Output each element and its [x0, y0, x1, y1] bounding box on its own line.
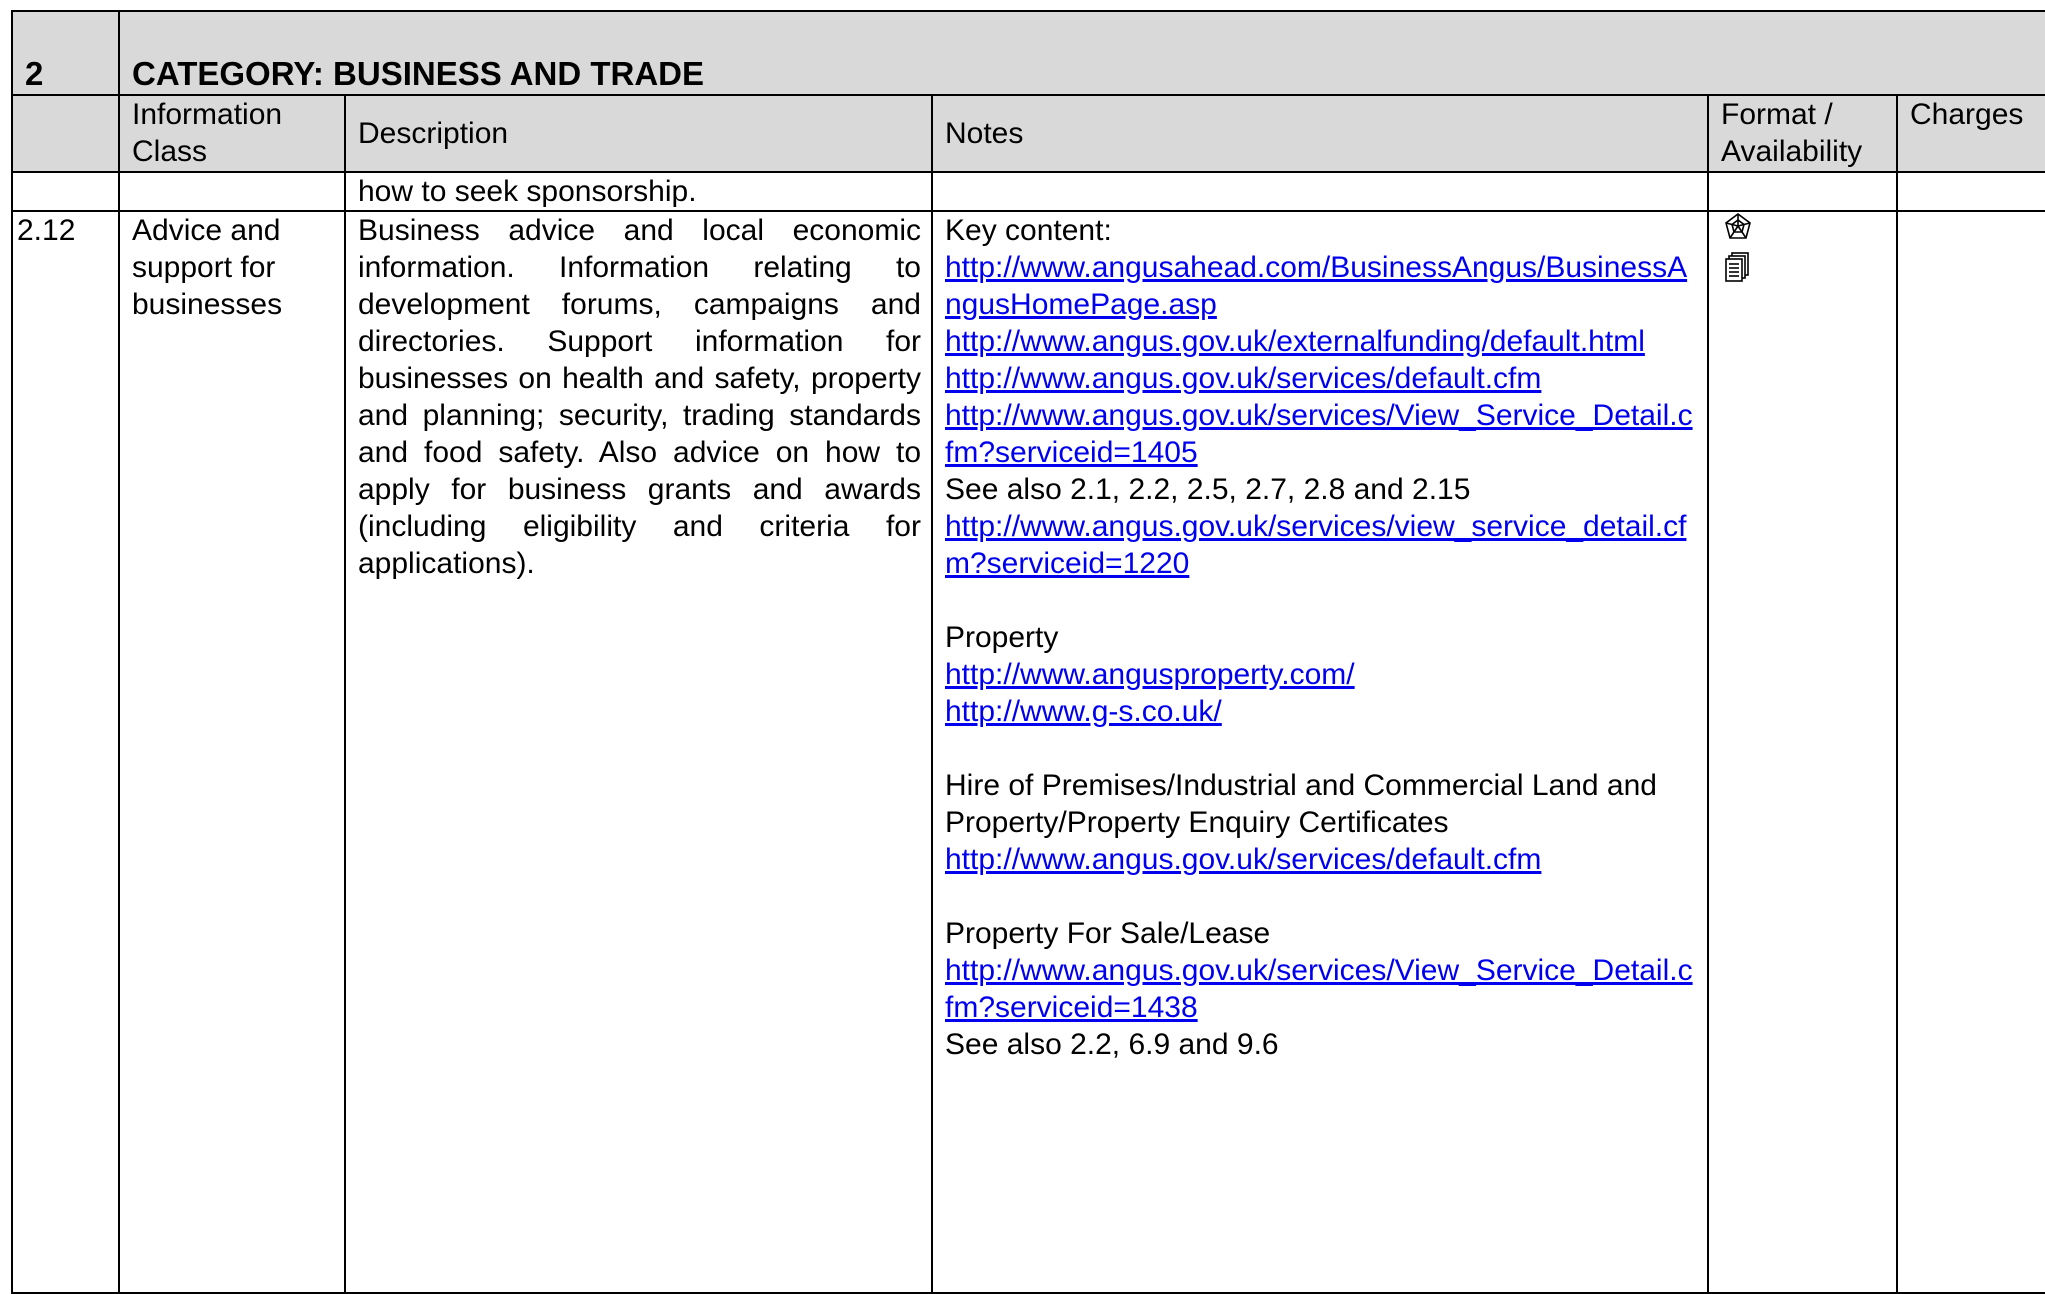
header-number: [11, 94, 120, 173]
header-format: Format / Availability: [1707, 94, 1898, 173]
entry-info-class: Advice and support for businesses: [118, 210, 346, 1294]
entry-charges: [1895, 210, 2045, 1294]
link-services-default-2[interactable]: http://www.angus.gov.uk/services/default…: [945, 843, 1541, 876]
hire-premises-label: Hire of Premises/Industrial and Commerci…: [945, 769, 1657, 839]
see-also-first: See also 2.1, 2.2, 2.5, 2.7, 2.8 and 2.1…: [945, 473, 1471, 506]
publication-scheme-table: 2 CATEGORY: BUSINESS AND TRADE Informati…: [11, 10, 2045, 1294]
entry-notes: Key content: http://www.angusahead.com/B…: [931, 210, 1709, 1294]
header-charges: Charges: [1895, 94, 2045, 173]
header-info-class: Information Class: [118, 94, 346, 173]
link-angus-property[interactable]: http://www.angusproperty.com/: [945, 658, 1355, 691]
link-g-s[interactable]: http://www.g-s.co.uk/: [945, 695, 1222, 728]
category-title: CATEGORY: BUSINESS AND TRADE: [117, 10, 2045, 96]
column-header-row: Information Class Description Notes Form…: [11, 94, 2045, 173]
property-sale-label: Property For Sale/Lease: [945, 917, 1271, 950]
category-number: 2: [11, 10, 120, 96]
see-also-second: See also 2.2, 6.9 and 9.6: [945, 1028, 1279, 1061]
continuation-row: how to seek sponsorship.: [11, 171, 2045, 212]
entry-row: 2.12 Advice and support for businesses B…: [11, 210, 2045, 1294]
header-notes: Notes: [931, 94, 1709, 173]
entry-format: [1707, 210, 1898, 1294]
link-business-angus[interactable]: http://www.angusahead.com/BusinessAngus/…: [945, 251, 1687, 321]
link-services-default[interactable]: http://www.angus.gov.uk/services/default…: [945, 362, 1541, 395]
entry-number: 2.12: [11, 210, 120, 1294]
link-service-1220[interactable]: http://www.angus.gov.uk/services/view_se…: [945, 510, 1686, 580]
link-service-1438[interactable]: http://www.angus.gov.uk/services/View_Se…: [945, 954, 1693, 1024]
web-icon: [1723, 212, 1896, 251]
key-content-label: Key content:: [945, 214, 1112, 247]
property-label: Property: [945, 621, 1059, 654]
link-external-funding[interactable]: http://www.angus.gov.uk/externalfunding/…: [945, 325, 1645, 358]
link-service-1405[interactable]: http://www.angus.gov.uk/services/View_Se…: [945, 399, 1693, 469]
header-description: Description: [344, 94, 933, 173]
continuation-description: how to seek sponsorship.: [344, 171, 933, 212]
category-row: 2 CATEGORY: BUSINESS AND TRADE: [11, 10, 2045, 96]
document-icon: [1723, 251, 1896, 294]
entry-description: Business advice and local economic infor…: [344, 210, 933, 1294]
